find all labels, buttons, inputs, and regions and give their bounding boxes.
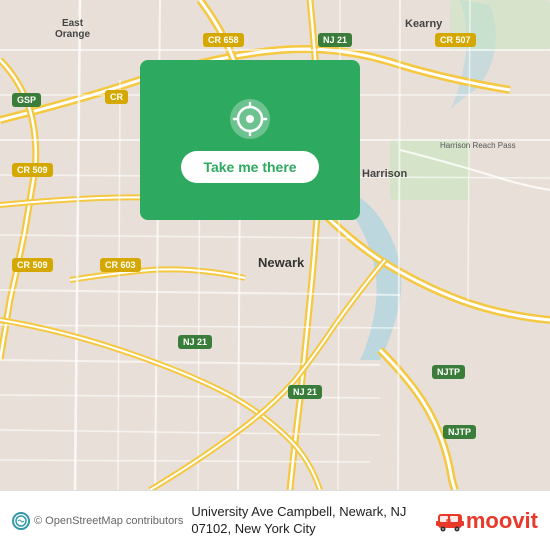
- badge-cr509-left-text: CR 509: [12, 163, 53, 177]
- moovit-bus-icon: M: [436, 508, 466, 533]
- badge-nj21-mid: NJ 21: [178, 335, 212, 349]
- badge-cr603-text: CR 603: [100, 258, 141, 272]
- osm-attribution: © OpenStreetMap contributors: [12, 512, 183, 530]
- badge-njtp: NJTP: [432, 365, 465, 379]
- address-display: University Ave Campbell, Newark, NJ 0710…: [191, 504, 428, 538]
- bottom-bar: © OpenStreetMap contributors University …: [0, 490, 550, 550]
- badge-cr509-mid-text: CR 509: [12, 258, 53, 272]
- badge-cr507: CR 507: [435, 33, 476, 47]
- badge-cr509-mid: CR 509: [12, 258, 53, 272]
- badge-nj21-top-text: NJ 21: [318, 33, 352, 47]
- badge-njtp2: NJTP: [443, 425, 476, 439]
- svg-text:Harrison Reach Pass: Harrison Reach Pass: [440, 141, 516, 150]
- moovit-text: moovit: [466, 508, 538, 534]
- badge-njtp-text: NJTP: [432, 365, 465, 379]
- address-text: University Ave Campbell, Newark, NJ 0710…: [191, 504, 406, 536]
- label-kearny: Kearny: [405, 18, 442, 30]
- badge-cr658: CR 658: [203, 33, 244, 47]
- badge-cr507-text: CR 507: [435, 33, 476, 47]
- label-newark: Newark: [258, 255, 304, 270]
- map-container: Harrison Reach Pass EastOrange Kearny Ha…: [0, 0, 550, 490]
- badge-gsp: GSP: [12, 93, 41, 107]
- badge-njtp2-text: NJTP: [443, 425, 476, 439]
- badge-cr603: CR 603: [100, 258, 141, 272]
- label-harrison: Harrison: [362, 168, 407, 180]
- badge-nj21-bot: NJ 21: [288, 385, 322, 399]
- osm-icon: [15, 515, 27, 527]
- moovit-branding: M moovit: [436, 508, 538, 534]
- badge-cr658-text: CR 658: [203, 33, 244, 47]
- label-east-orange: EastOrange: [55, 18, 90, 40]
- osm-text: © OpenStreetMap contributors: [34, 515, 183, 527]
- svg-text:M: M: [446, 520, 451, 526]
- badge-cr-left-text: CR: [105, 90, 128, 104]
- badge-nj21-mid-text: NJ 21: [178, 335, 212, 349]
- badge-gsp-text: GSP: [12, 93, 41, 107]
- destination-panel: Take me there: [140, 60, 360, 220]
- badge-cr-left: CR: [105, 90, 128, 104]
- location-pin-icon: [228, 97, 272, 141]
- badge-cr509-left: CR 509: [12, 163, 53, 177]
- badge-nj21-bot-text: NJ 21: [288, 385, 322, 399]
- osm-logo-circle: [12, 512, 30, 530]
- take-me-there-button[interactable]: Take me there: [181, 151, 318, 183]
- badge-nj21-top: NJ 21: [318, 33, 352, 47]
